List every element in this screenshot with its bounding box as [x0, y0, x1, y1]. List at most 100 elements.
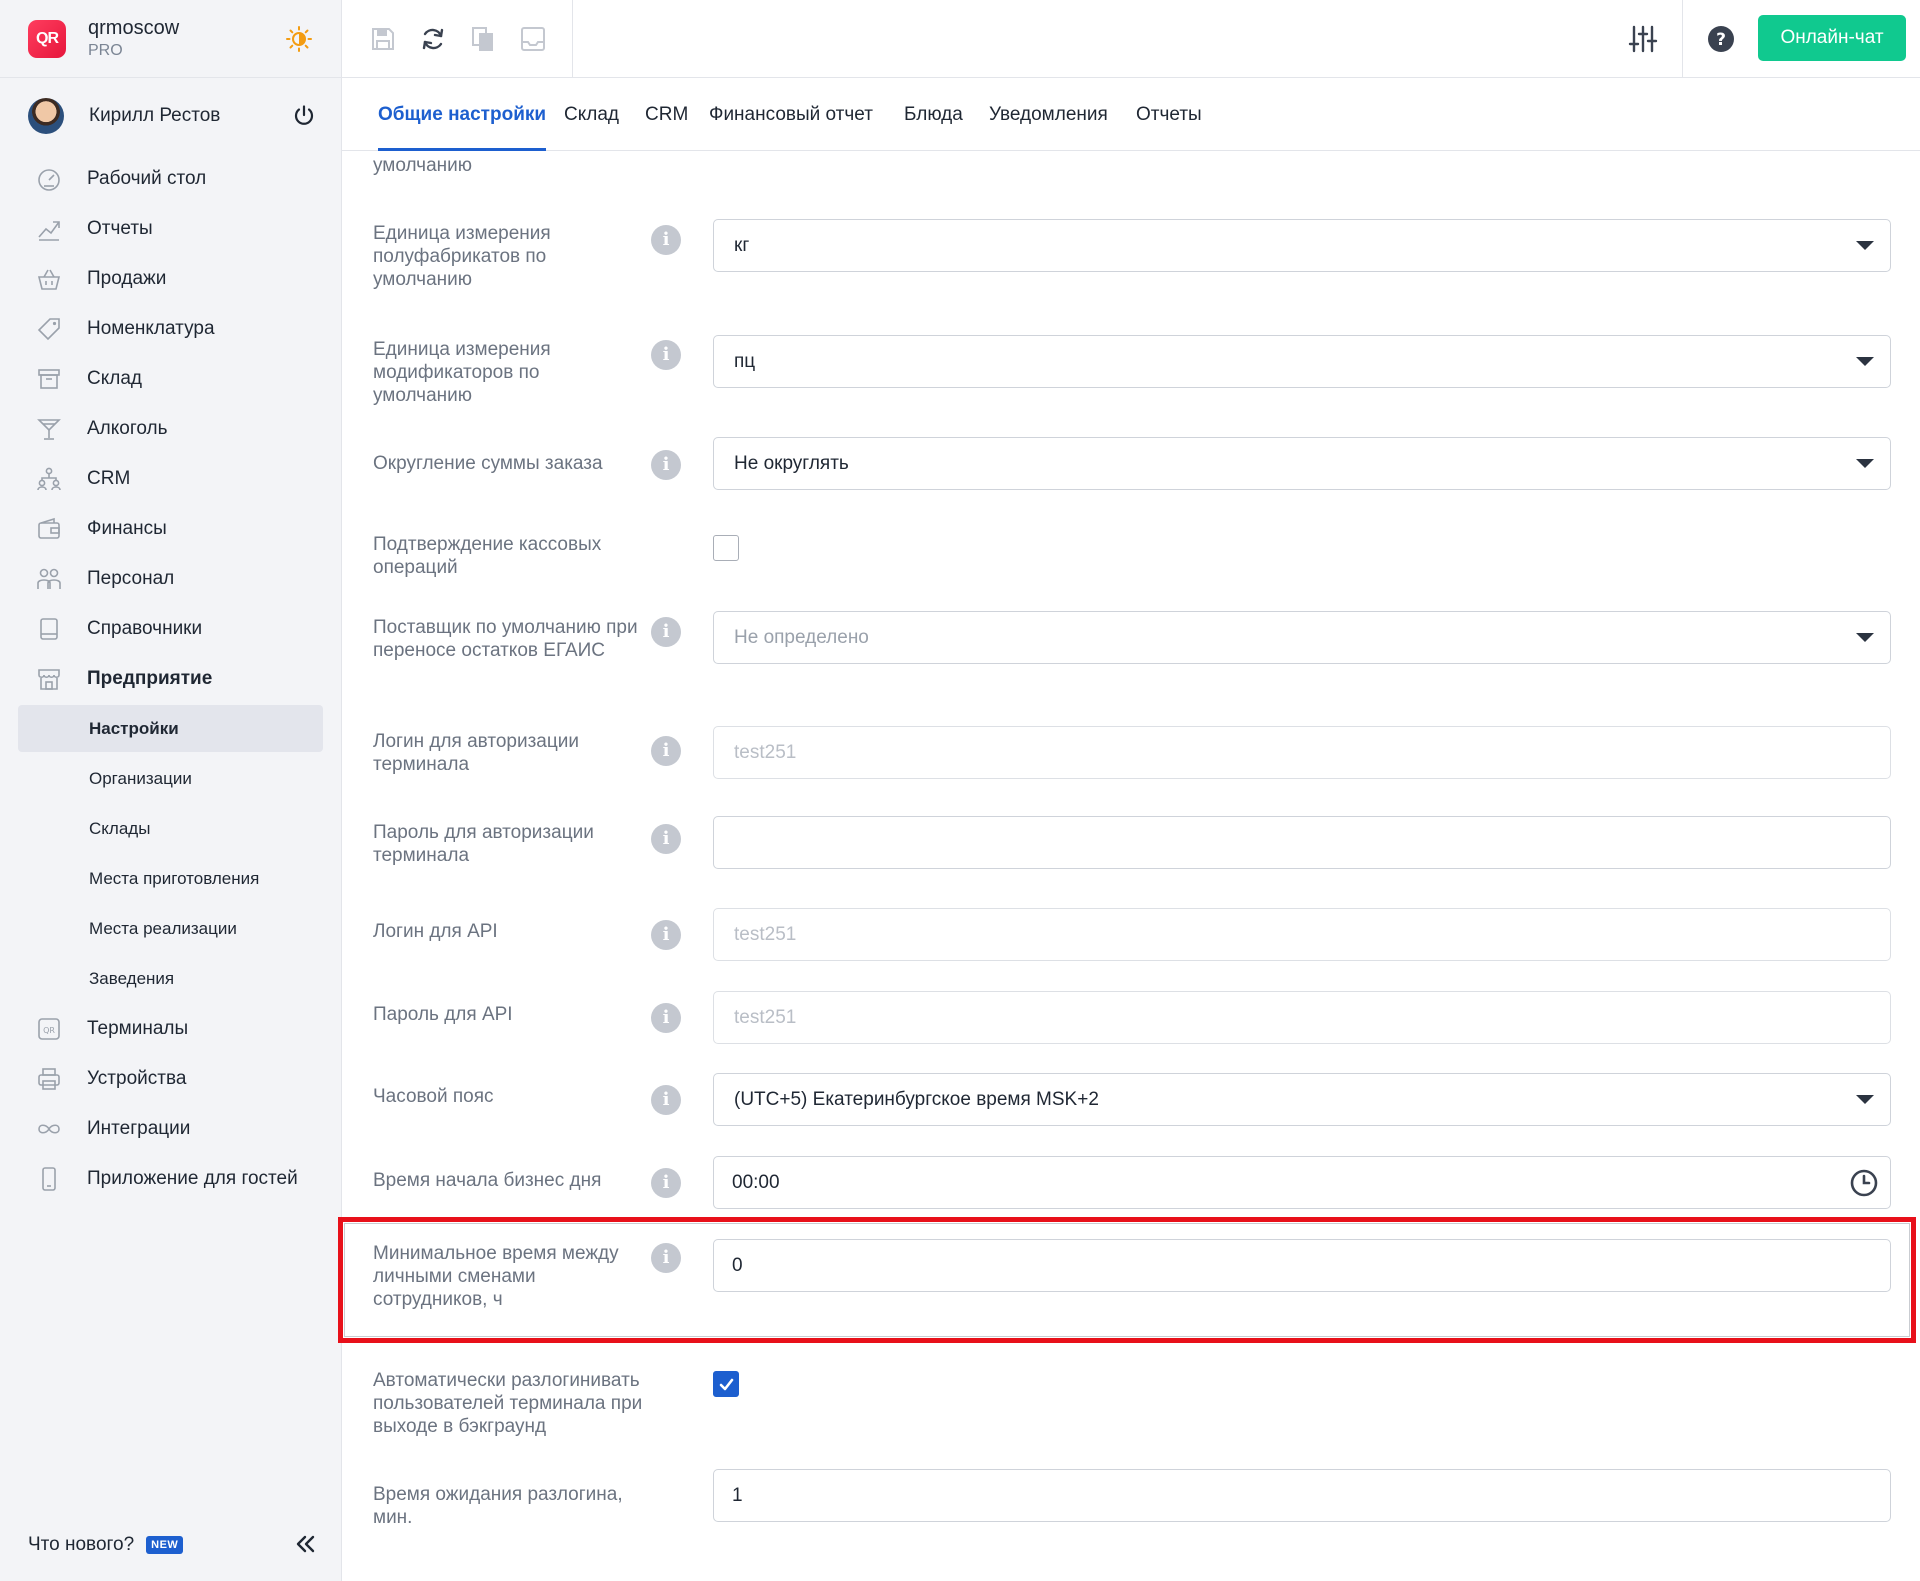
clock-icon[interactable]	[1850, 1169, 1878, 1197]
tab-warehouse[interactable]: Склад	[564, 78, 619, 151]
info-icon[interactable]: i	[651, 1085, 681, 1115]
select-value: кг	[734, 235, 750, 256]
tab-financial-report[interactable]: Финансовый отчет	[709, 78, 873, 151]
power-icon[interactable]	[292, 104, 316, 128]
select-value: (UTC+5) Екатеринбургское время MSK+2	[734, 1089, 1099, 1110]
save-icon[interactable]	[368, 24, 398, 54]
sidebar-item-alcohol[interactable]: Алкоголь	[0, 404, 341, 454]
sidebar-item-label: Финансы	[87, 518, 167, 539]
sidebar-item-enterprise[interactable]: Предприятие	[0, 654, 341, 704]
modifiers-unit-select[interactable]: пц	[713, 335, 1891, 388]
sidebar-item-guest-app[interactable]: Приложение для гостей	[0, 1154, 341, 1204]
toolbar-divider	[1682, 0, 1683, 78]
sidebar-item-label: Номенклатура	[87, 318, 215, 339]
sidebar-item-reports[interactable]: Отчеты	[0, 204, 341, 254]
collapse-sidebar-icon[interactable]	[294, 1533, 316, 1555]
brand-logo[interactable]: QR	[28, 19, 66, 58]
sidebar-item-terminals[interactable]: QR Терминалы	[0, 1004, 341, 1054]
info-icon[interactable]: i	[651, 450, 681, 480]
cocktail-icon	[36, 416, 62, 442]
phone-icon	[36, 1166, 62, 1192]
inbox-icon[interactable]	[518, 24, 548, 54]
field-label: Автоматически разлогинивать пользователе…	[373, 1370, 643, 1437]
sidebar-item-dashboard[interactable]: Рабочий стол	[0, 154, 341, 204]
info-icon[interactable]: i	[651, 617, 681, 647]
sidebar: QR qrmoscow PRO Кирилл Рестов Рабочий ст…	[0, 0, 342, 1581]
time-value: 00:00	[732, 1172, 780, 1193]
field-label: Единица измерения полуфабрикатов по умол…	[373, 223, 551, 290]
staff-icon	[36, 566, 62, 592]
tab-reports[interactable]: Отчеты	[1136, 78, 1202, 151]
sidebar-item-label: Склад	[87, 368, 142, 389]
business-day-start-input[interactable]: 00:00	[713, 1156, 1891, 1209]
sidebar-item-label: Справочники	[87, 618, 203, 639]
api-password-input[interactable]: test251	[713, 991, 1891, 1044]
terminal-password-input[interactable]	[713, 816, 1891, 869]
tab-general-settings[interactable]: Общие настройки	[378, 78, 547, 151]
qr-terminal-icon: QR	[36, 1016, 62, 1042]
settings-tabs: Общие настройки Склад CRM Финансовый отч…	[342, 78, 1920, 151]
sidebar-item-label: Терминалы	[87, 1018, 189, 1039]
help-icon[interactable]: ?	[1706, 24, 1736, 54]
tab-crm[interactable]: CRM	[645, 78, 688, 151]
api-login-input[interactable]: test251	[713, 908, 1891, 961]
sidebar-item-label: Персонал	[87, 568, 175, 589]
info-icon[interactable]: i	[651, 736, 681, 766]
avatar[interactable]	[28, 98, 64, 134]
order-rounding-select[interactable]: Не округлять	[713, 437, 1891, 490]
chevron-down-icon	[1856, 633, 1874, 642]
new-badge: NEW	[146, 1536, 184, 1554]
terminal-login-input[interactable]: test251	[713, 726, 1891, 779]
egais-supplier-select[interactable]: Не определено	[713, 611, 1891, 664]
sidebar-item-directories[interactable]: Справочники	[0, 604, 341, 654]
filter-sliders-icon[interactable]	[1628, 24, 1658, 54]
refresh-icon[interactable]	[418, 24, 448, 54]
info-icon[interactable]: i	[651, 920, 681, 950]
tab-notifications[interactable]: Уведомления	[989, 78, 1108, 151]
sidebar-item-nomenclature[interactable]: Номенклатура	[0, 304, 341, 354]
info-icon[interactable]: i	[651, 1003, 681, 1033]
field-label: Округление суммы заказа	[373, 453, 603, 474]
sidebar-item-staff[interactable]: Персонал	[0, 554, 341, 604]
sidebar-item-devices[interactable]: Устройства	[0, 1054, 341, 1104]
book-icon	[36, 616, 62, 642]
info-icon[interactable]: i	[651, 340, 681, 370]
subnav-item-sale-places[interactable]: Места реализации	[0, 904, 341, 954]
sidebar-item-crm[interactable]: CRM	[0, 454, 341, 504]
sidebar-item-sales[interactable]: Продажи	[0, 254, 341, 304]
subnav-item-organizations[interactable]: Организации	[0, 754, 341, 804]
cash-confirm-checkbox[interactable]	[713, 535, 739, 561]
subnav-item-cooking-places[interactable]: Места приготовления	[0, 854, 341, 904]
sidebar-item-finance[interactable]: Финансы	[0, 504, 341, 554]
sidebar-item-warehouse[interactable]: Склад	[0, 354, 341, 404]
field-label: Время ожидания разлогина, мин.	[373, 1484, 623, 1528]
semifinished-unit-select[interactable]: кг	[713, 219, 1891, 272]
user-name: Кирилл Рестов	[89, 105, 221, 126]
whats-new-link[interactable]: Что нового?	[28, 1534, 134, 1556]
subnav-item-warehouses[interactable]: Склады	[0, 804, 341, 854]
online-chat-button[interactable]: Онлайн-чат	[1758, 15, 1906, 61]
sidebar-item-integrations[interactable]: Интеграции	[0, 1104, 341, 1154]
sidebar-item-label: Интеграции	[87, 1118, 191, 1139]
tab-dishes[interactable]: Блюда	[904, 78, 963, 151]
info-icon[interactable]: i	[651, 824, 681, 854]
subnav-item-settings[interactable]: Настройки	[18, 705, 323, 752]
info-icon[interactable]: i	[651, 1168, 681, 1198]
select-value: пц	[734, 351, 756, 372]
chart-icon	[36, 216, 62, 242]
timezone-select[interactable]: (UTC+5) Екатеринбургское время MSK+2	[713, 1073, 1891, 1126]
sidebar-item-label: Отчеты	[87, 218, 153, 239]
info-icon[interactable]: i	[651, 225, 681, 255]
copy-icon[interactable]	[468, 24, 498, 54]
sidebar-item-label: Рабочий стол	[87, 168, 207, 189]
auto-logout-checkbox[interactable]	[713, 1371, 739, 1397]
field-label: Часовой пояс	[373, 1086, 494, 1107]
field-label: Логин для API	[373, 921, 498, 942]
sidebar-item-label: Устройства	[87, 1068, 187, 1089]
sun-moon-icon[interactable]	[286, 26, 312, 52]
subnav-item-venues[interactable]: Заведения	[0, 954, 341, 1004]
field-label: Пароль для API	[373, 1004, 513, 1025]
logout-timeout-input[interactable]: 1	[713, 1469, 1891, 1522]
chevron-down-icon	[1856, 241, 1874, 250]
sidebar-item-label: Предприятие	[87, 668, 213, 689]
